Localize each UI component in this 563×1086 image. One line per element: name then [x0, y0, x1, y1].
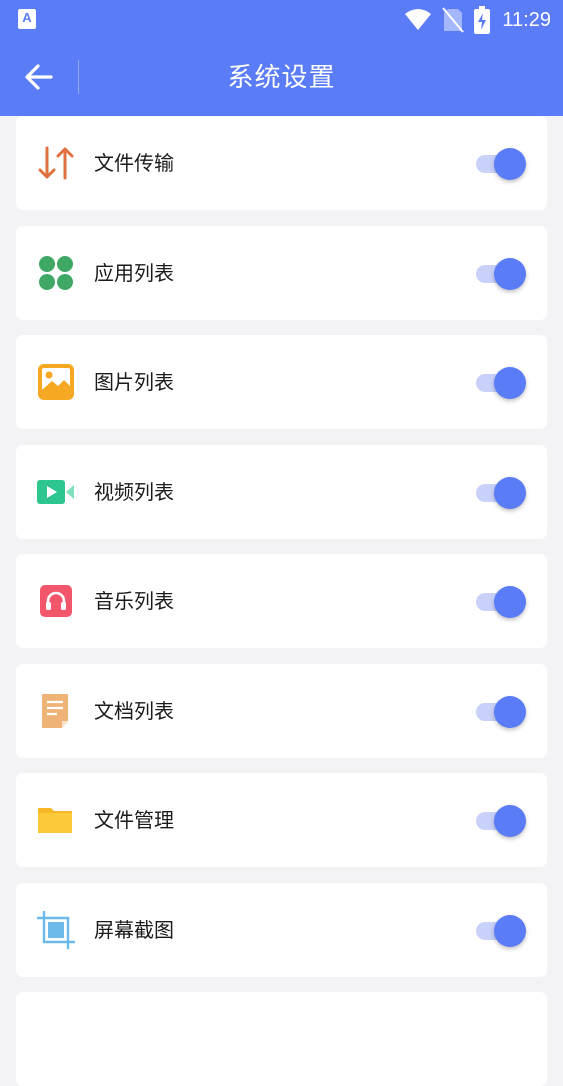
setting-row-file-manager[interactable]: 文件管理: [16, 773, 547, 867]
setting-row-music[interactable]: 音乐列表: [16, 554, 547, 648]
image-icon: [36, 362, 76, 402]
screenshot-crop-icon: [36, 910, 76, 950]
setting-label: 图片列表: [94, 370, 174, 394]
setting-label: 文档列表: [94, 699, 174, 723]
apps-grid-icon: [36, 253, 76, 293]
toolbar-divider: [78, 60, 79, 94]
no-sim-icon: [442, 7, 465, 33]
headphones-icon: [36, 581, 76, 621]
app-notification-icon: A: [18, 9, 36, 29]
toggle-switch[interactable]: [474, 694, 528, 728]
setting-row-screenshot[interactable]: 屏幕截图: [16, 883, 547, 977]
toggle-switch[interactable]: [474, 365, 528, 399]
setting-label: 文件管理: [94, 808, 174, 832]
back-button[interactable]: [22, 60, 56, 94]
setting-row-images[interactable]: 图片列表: [16, 335, 547, 429]
folder-icon: [36, 800, 76, 840]
setting-label: 屏幕截图: [94, 918, 174, 942]
toolbar: 系统设置: [0, 40, 563, 116]
status-bar: A 11:29: [0, 0, 563, 40]
setting-label: 音乐列表: [94, 589, 174, 613]
battery-charging-icon: [474, 6, 491, 34]
page-title: 系统设置: [227, 63, 336, 93]
setting-row-videos[interactable]: 视频列表: [16, 445, 547, 539]
arrow-left-icon: [25, 64, 53, 90]
toggle-switch[interactable]: [474, 146, 528, 180]
app-header: A 11:29 系统设置: [0, 0, 563, 116]
document-icon: [36, 691, 76, 731]
setting-row-documents[interactable]: 文档列表: [16, 664, 547, 758]
toggle-switch[interactable]: [474, 913, 528, 947]
status-time: 11:29: [502, 8, 551, 31]
setting-label: 文件传输: [94, 151, 174, 175]
video-icon: [36, 472, 76, 512]
setting-label: 视频列表: [94, 480, 174, 504]
setting-row-partial: [16, 992, 547, 1086]
toggle-switch[interactable]: [474, 584, 528, 618]
toggle-switch[interactable]: [474, 475, 528, 509]
setting-row-apps[interactable]: 应用列表: [16, 226, 547, 320]
setting-row-file-transfer[interactable]: 文件传输: [16, 116, 547, 210]
wifi-icon: [405, 9, 432, 30]
status-icons: 11:29: [404, 6, 551, 34]
file-transfer-icon: [36, 143, 76, 183]
toggle-switch[interactable]: [474, 803, 528, 837]
toggle-switch[interactable]: [474, 256, 528, 290]
setting-label: 应用列表: [94, 261, 174, 285]
